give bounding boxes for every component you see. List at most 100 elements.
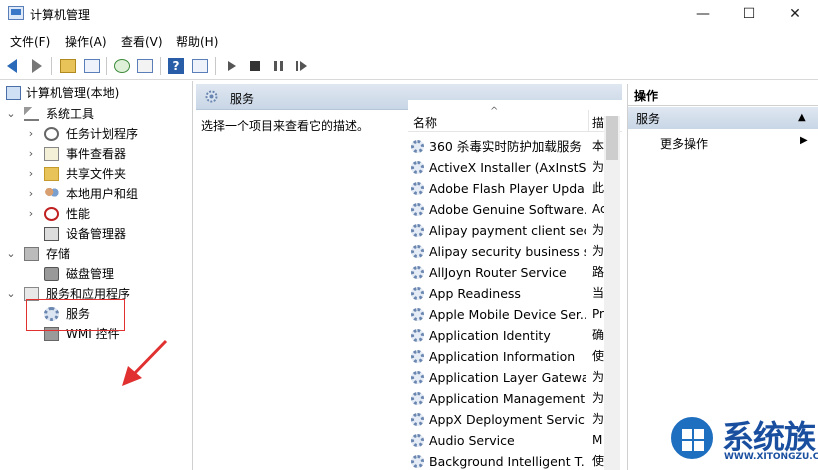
service-description: 当 [592,286,604,300]
pause-service-button[interactable] [268,56,288,76]
shared-folder-icon [44,167,59,181]
service-description: 为 [592,412,604,426]
service-description: Ac [592,202,604,216]
description-area: 选择一个项目来查看它的描述。 [196,110,408,470]
service-name: Apple Mobile Device Ser... [429,307,586,322]
service-row[interactable]: Adobe Genuine Software... Ac [408,199,622,220]
column-separator[interactable] [588,110,589,132]
chevron-down-icon[interactable]: ⌄ [6,104,16,124]
menu-view[interactable]: 查看(V) [121,33,163,50]
chevron-right-icon[interactable]: › [26,144,36,164]
console-tree: 计算机管理(本地) ⌄ 系统工具 › 任务计划程序 › 事件查看器 › 共享文件… [0,81,193,470]
back-button[interactable] [4,56,24,76]
chevron-down-icon[interactable]: ⌄ [6,244,16,264]
menu-help[interactable]: 帮助(H) [176,33,218,50]
tree-item-label: 存储 [46,247,71,261]
service-description: 为 [592,391,604,405]
service-row[interactable]: Background Intelligent T... 使 [408,451,622,470]
service-name: AppX Deployment Servic... [429,412,586,427]
properties-button[interactable] [190,56,210,76]
actions-section-label: 服务 [636,112,661,126]
restart-service-button[interactable] [291,56,311,76]
chevron-right-icon[interactable]: › [26,164,36,184]
refresh-button[interactable] [112,56,132,76]
service-name: Background Intelligent T... [429,454,586,469]
service-row[interactable]: App Readiness 当 [408,283,622,304]
service-row[interactable]: Application Layer Gatewa... 为 [408,367,622,388]
vertical-scrollbar[interactable] [604,116,620,470]
actions-section-services[interactable]: 服务 ▲ [628,107,818,129]
menu-file[interactable]: 文件(F) [10,33,50,50]
chevron-down-icon[interactable]: ⌄ [6,284,16,304]
chevron-right-icon[interactable]: › [26,124,36,144]
service-name: 360 杀毒实时防护加载服务 [429,139,582,154]
services-pane: 服务 选择一个项目来查看它的描述。 ^ 名称 描 360 杀毒实时防护加载服务本… [196,84,622,470]
maximize-button[interactable]: ☐ [726,0,772,28]
folder-up-icon [60,59,76,73]
service-row[interactable]: Application Information 使 [408,346,622,367]
service-gear-icon [411,266,424,279]
minimize-button[interactable]: — [680,0,726,28]
service-gear-icon [411,329,424,342]
play-icon [228,61,236,71]
close-button[interactable]: ✕ [772,0,818,28]
service-row[interactable]: Application Identity 确 [408,325,622,346]
menu-action[interactable]: 操作(A) [65,33,107,50]
start-service-button[interactable] [222,56,242,76]
tree-item-label: 任务计划程序 [66,127,139,141]
services-list: ^ 名称 描 360 杀毒实时防护加载服务本 ActiveX Installer … [408,100,622,470]
service-gear-icon [411,413,424,426]
service-row[interactable]: Alipay security business s... 为 [408,241,622,262]
collapse-up-icon[interactable]: ▲ [798,112,806,123]
title-bar: 计算机管理 — ☐ ✕ [0,0,818,28]
help-icon: ? [168,58,184,74]
service-row[interactable]: Application Management 为 [408,388,622,409]
forward-button[interactable] [26,56,46,76]
chevron-right-icon[interactable]: › [26,204,36,224]
more-actions-item[interactable]: 更多操作 ▶ [628,131,818,153]
services-gear-icon [204,89,219,104]
scrollbar-thumb[interactable] [606,116,618,160]
tree-item-label: 共享文件夹 [66,167,127,181]
service-row[interactable]: Apple Mobile Device Ser... Pr [408,304,622,325]
service-name: Application Identity [429,328,551,343]
service-gear-icon [411,350,424,363]
service-name: Alipay security business s... [429,244,586,259]
description-hint: 选择一个项目来查看它的描述。 [201,119,370,133]
chevron-right-icon: ▶ [800,135,808,146]
computer-icon [6,86,21,100]
stop-service-button[interactable] [245,56,265,76]
watermark-url: WWW.XITONGZU.COM [724,452,818,462]
tree-item-label: 磁盘管理 [66,267,115,281]
service-row[interactable]: Adobe Flash Player Upda... 此 [408,178,622,199]
stop-icon [250,61,260,71]
service-description: 路 [592,265,604,279]
service-row[interactable]: Audio Service M [408,430,622,451]
column-description-header[interactable]: 描 [592,114,604,131]
service-name: AllJoyn Router Service [429,265,567,280]
show-hide-tree-button[interactable] [82,56,102,76]
service-description: 使 [592,349,604,363]
service-row[interactable]: Alipay payment client sec... 为 [408,220,622,241]
service-description: M [592,433,603,447]
users-icon [44,187,59,201]
service-row[interactable]: ActiveX Installer (AxInstSV) 为 [408,157,622,178]
service-description: 使 [592,454,604,468]
properties-icon [192,59,208,73]
service-row[interactable]: 360 杀毒实时防护加载服务本 [408,136,622,157]
service-description: 本 [592,139,604,153]
export-list-button[interactable] [135,56,155,76]
help-button[interactable]: ? [166,56,186,76]
column-name-header[interactable]: 名称 [413,114,437,131]
service-description: 确 [592,328,604,342]
service-row[interactable]: AppX Deployment Servic... 为 [408,409,622,430]
up-folder-button[interactable] [58,56,78,76]
service-row[interactable]: AllJoyn Router Service 路 [408,262,622,283]
refresh-icon [114,59,130,73]
event-log-icon [44,147,59,161]
toolbar: ? [0,52,818,80]
service-name: Alipay payment client sec... [429,223,586,238]
service-description: 此 [592,181,604,195]
chevron-right-icon[interactable]: › [26,184,36,204]
toolbar-separator [51,57,52,75]
